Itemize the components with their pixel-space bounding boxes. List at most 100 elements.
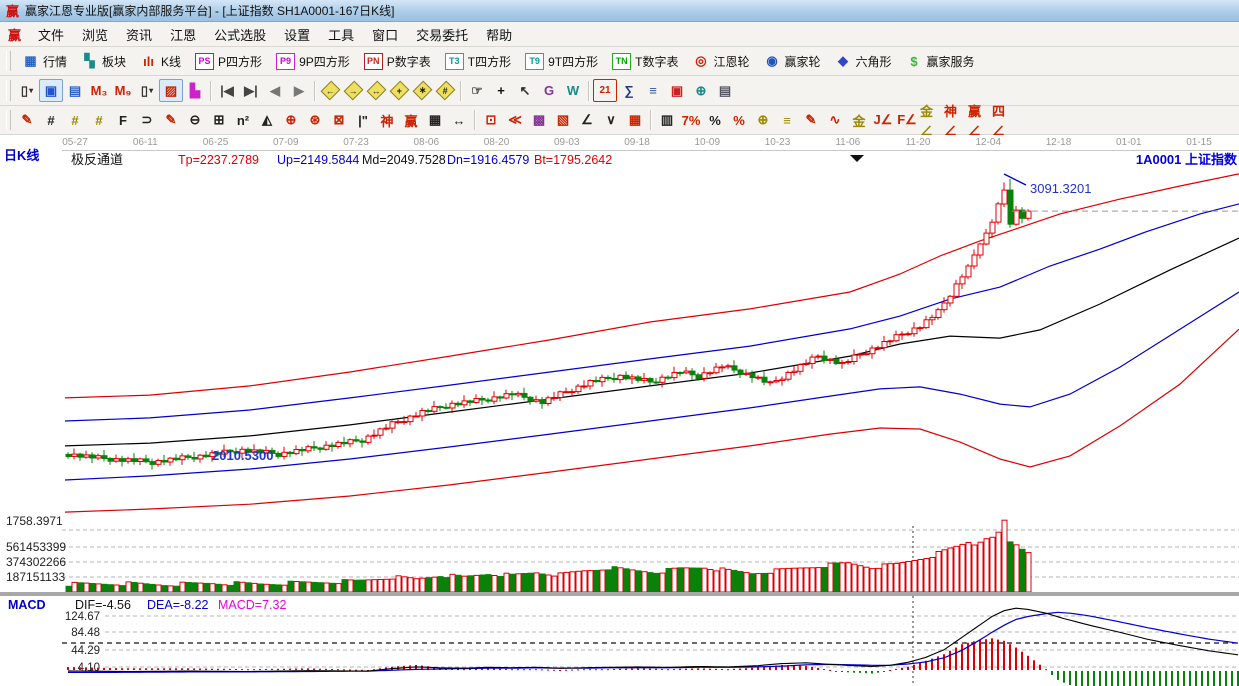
info-clipboard-button[interactable]: ▤ bbox=[63, 79, 87, 102]
menu-工具[interactable]: 工具 bbox=[319, 23, 363, 46]
toolbar-sectors-button[interactable]: ▚板块 bbox=[74, 50, 133, 73]
ruler-123-button[interactable]: ▦ bbox=[423, 109, 447, 132]
last-bar-button[interactable]: ▶| bbox=[239, 79, 263, 102]
fib-grid-button[interactable]: F bbox=[111, 109, 135, 132]
hand-tool-button[interactable]: ☞ bbox=[465, 79, 489, 102]
si-angle-button[interactable]: 四∠ bbox=[991, 109, 1015, 132]
chart-canvas[interactable]: 05-2706-1106-2507-0907-2308-0608-2009-03… bbox=[0, 135, 1239, 686]
diamond-shift-right-button[interactable]: → bbox=[342, 79, 365, 102]
mirror-angle-button[interactable]: ◭ bbox=[255, 109, 279, 132]
red-grid-button[interactable]: ▦ bbox=[623, 109, 647, 132]
gann-grid-gold-1-button[interactable]: # bbox=[63, 109, 87, 132]
pattern-tool-button[interactable]: ▨ bbox=[159, 79, 183, 102]
menu-公式选股[interactable]: 公式选股 bbox=[205, 23, 275, 46]
date-tick: 08-06 bbox=[413, 137, 439, 148]
date-axis: 05-2706-1106-2507-0907-2308-0608-2009-03… bbox=[62, 137, 1212, 148]
tick-marks-button[interactable]: |" bbox=[351, 109, 375, 132]
next-page-button[interactable]: ▶ bbox=[287, 79, 311, 102]
overlap-squares-button[interactable]: ▩ bbox=[527, 109, 551, 132]
shen-grid-button[interactable]: 神 bbox=[375, 109, 399, 132]
draw-pencil-button[interactable]: ✎ bbox=[15, 109, 39, 132]
cycle-circle-button[interactable]: ⊖ bbox=[183, 109, 207, 132]
target-circle-button[interactable]: ⊕ bbox=[279, 109, 303, 132]
calculator-button[interactable]: ∑ bbox=[617, 79, 641, 102]
gann-grid-button[interactable]: # bbox=[39, 109, 63, 132]
prev-page-button[interactable]: ◀ bbox=[263, 79, 287, 102]
gold-circle-button[interactable]: ⊕ bbox=[751, 109, 775, 132]
profile-histogram-button[interactable]: ▙ bbox=[183, 79, 207, 102]
macd-scale-1: 124.67 bbox=[65, 611, 100, 623]
f-angle-button[interactable]: F∠ bbox=[895, 109, 919, 132]
square-lines-button[interactable]: ▧ bbox=[551, 109, 575, 132]
menu-帮助[interactable]: 帮助 bbox=[477, 23, 521, 46]
toolbar-9t-square-button[interactable]: T99T四方形 bbox=[518, 50, 605, 73]
gann-wheel-tool-button[interactable]: W bbox=[561, 79, 585, 102]
save-button[interactable]: ▣ bbox=[665, 79, 689, 102]
toolbar-winner-service-button[interactable]: $赢家服务 bbox=[899, 50, 982, 73]
menu-交易委托[interactable]: 交易委托 bbox=[407, 23, 477, 46]
diamond-star-button[interactable]: ∗ bbox=[411, 79, 434, 102]
toolbar-p-number-table-button[interactable]: PNP数字表 bbox=[357, 50, 438, 73]
toolbar-winner-wheel-button[interactable]: ◉赢家轮 bbox=[756, 50, 827, 73]
mini-chart-3-button[interactable]: M₃ bbox=[87, 79, 111, 102]
pane-separator[interactable] bbox=[0, 592, 1239, 596]
percent-line-button[interactable]: % bbox=[727, 109, 751, 132]
toolbar-t-number-table-button[interactable]: TNT数字表 bbox=[605, 50, 685, 73]
diamond-all-button[interactable]: # bbox=[434, 79, 457, 102]
brush-button[interactable]: ✎ bbox=[799, 109, 823, 132]
menu-设置[interactable]: 设置 bbox=[275, 23, 319, 46]
toolbar-hexagon-button[interactable]: ◆六角形 bbox=[828, 50, 899, 73]
shen-angle-button[interactable]: 神∠ bbox=[943, 109, 967, 132]
export-button[interactable]: ⊕ bbox=[689, 79, 713, 102]
toolbar-p-square-button[interactable]: PSP四方形 bbox=[188, 50, 269, 73]
macd-dif-label: DIF=-4.56 bbox=[75, 598, 131, 612]
first-bar-button[interactable]: |◀ bbox=[215, 79, 239, 102]
candle-style-dropdown-button[interactable]: ▯▾ bbox=[135, 79, 159, 102]
kline-period-dropdown-button[interactable]: ▯▾ bbox=[15, 79, 39, 102]
gann-grid-gold-2-button[interactable]: # bbox=[87, 109, 111, 132]
gold-angle-button[interactable]: 金∠ bbox=[919, 109, 943, 132]
j-angle-button[interactable]: J∠ bbox=[871, 109, 895, 132]
percent-button[interactable]: % bbox=[703, 109, 727, 132]
diamond-move-button[interactable]: + bbox=[388, 79, 411, 102]
width-measure-button[interactable]: ↔ bbox=[447, 109, 471, 132]
percent-7-button[interactable]: 7% bbox=[679, 109, 703, 132]
crosshair-tool-button[interactable]: + bbox=[489, 79, 513, 102]
toolbar-9p-square-button[interactable]: P99P四方形 bbox=[269, 50, 357, 73]
pointer-tool-button[interactable]: ↖ bbox=[513, 79, 537, 102]
menu-浏览[interactable]: 浏览 bbox=[73, 23, 117, 46]
gold-lines-button[interactable]: ≡ bbox=[775, 109, 799, 132]
diamond-expand-button[interactable]: ↔ bbox=[365, 79, 388, 102]
wave-tool-button[interactable]: ∿ bbox=[823, 109, 847, 132]
mini-chart-9-button[interactable]: M₉ bbox=[111, 79, 135, 102]
ying-angle-button[interactable]: 赢∠ bbox=[967, 109, 991, 132]
marker-triangle-icon[interactable] bbox=[850, 155, 864, 162]
menu-资讯[interactable]: 资讯 bbox=[117, 23, 161, 46]
notes-button[interactable]: ≡ bbox=[641, 79, 665, 102]
gold-box-button[interactable]: 金 bbox=[847, 109, 871, 132]
dense-grid-button[interactable]: ⊞ bbox=[207, 109, 231, 132]
rect-select-button[interactable]: ⊡ bbox=[479, 109, 503, 132]
diamond-shift-left-button[interactable]: ← bbox=[319, 79, 342, 102]
toolbar-gann-wheel-button[interactable]: ◎江恩轮 bbox=[685, 50, 756, 73]
toolbar-kline-button[interactable]: ılıK线 bbox=[133, 50, 188, 73]
toolbar-t-square-button[interactable]: T3T四方形 bbox=[438, 50, 518, 73]
menu-窗口[interactable]: 窗口 bbox=[363, 23, 407, 46]
n2-grid-button[interactable]: n² bbox=[231, 109, 255, 132]
menu-文件[interactable]: 文件 bbox=[29, 23, 73, 46]
volume-bars-tool-button[interactable]: ▥ bbox=[655, 109, 679, 132]
calendar-button[interactable]: 21 bbox=[593, 79, 617, 102]
spider-web-button[interactable]: ⊛ bbox=[303, 109, 327, 132]
channel-tool-button[interactable]: ▣ bbox=[39, 79, 63, 102]
pencil-grid-button[interactable]: ✎ bbox=[159, 109, 183, 132]
toolbar-quotes-button[interactable]: ▦行情 bbox=[15, 50, 74, 73]
fan-lines-button[interactable]: ≪ bbox=[503, 109, 527, 132]
web-square-button[interactable]: ⊠ bbox=[327, 109, 351, 132]
menu-江恩[interactable]: 江恩 bbox=[161, 23, 205, 46]
zigzag-line-button[interactable]: ∨ bbox=[599, 109, 623, 132]
print-button[interactable]: ▤ bbox=[713, 79, 737, 102]
angle-line-button[interactable]: ∠ bbox=[575, 109, 599, 132]
spiral-grid-button[interactable]: ⊃ bbox=[135, 109, 159, 132]
ying-grid-button[interactable]: 赢 bbox=[399, 109, 423, 132]
gann-gift-tool-button[interactable]: G bbox=[537, 79, 561, 102]
